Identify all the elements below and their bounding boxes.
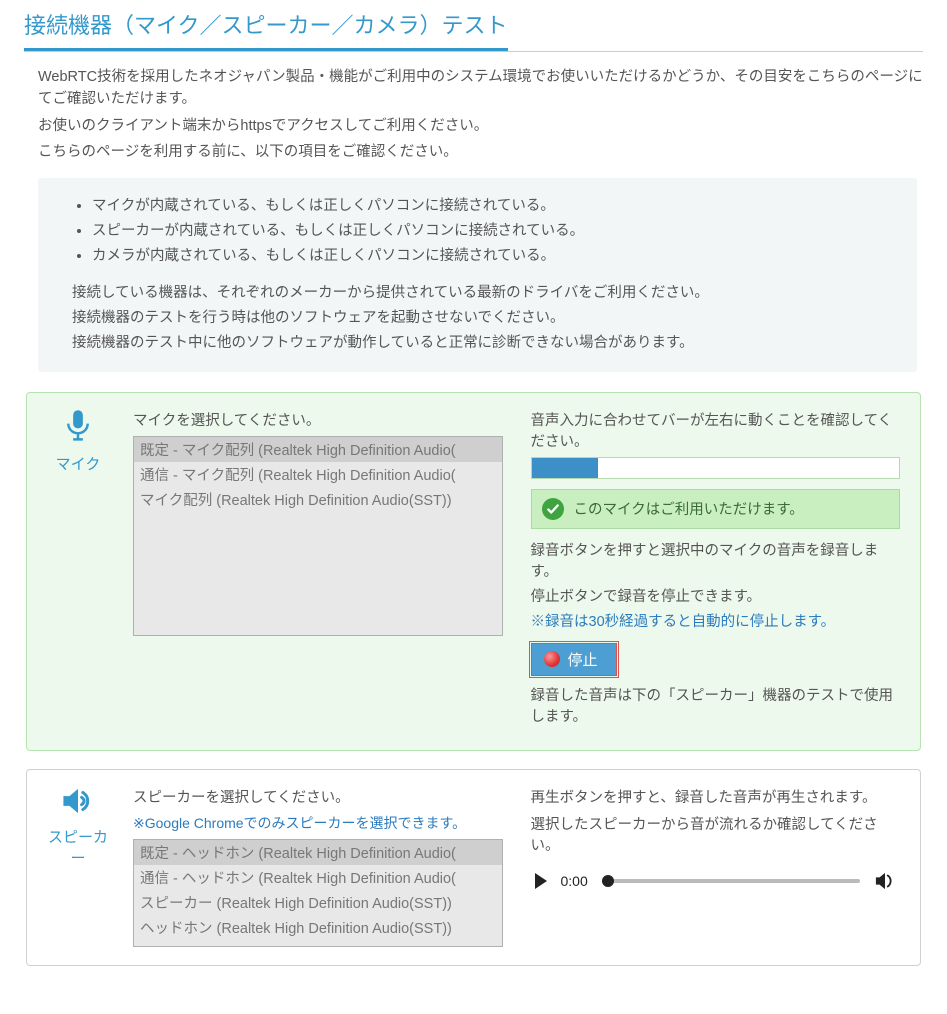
- prereq-line: 接続機器のテストを行う時は他のソフトウェアを起動させないでください。: [72, 306, 883, 327]
- mic-level-fill: [532, 458, 598, 478]
- speaker-test-panel: スピーカー スピーカーを選択してください。 ※Google Chromeでのみス…: [26, 769, 921, 966]
- mic-label-text: マイク: [47, 453, 109, 474]
- prereq-line: 接続している機器は、それぞれのメーカーから提供されている最新のドライバをご利用く…: [72, 281, 883, 302]
- intro-line-2: お使いのクライアント端末からhttpsでアクセスしてご利用ください。: [38, 115, 923, 137]
- speaker-select-list[interactable]: 既定 - ヘッドホン (Realtek High Definition Audi…: [133, 839, 503, 947]
- play-icon[interactable]: [535, 873, 547, 889]
- mic-select-label: マイクを選択してください。: [133, 409, 503, 430]
- stop-record-button[interactable]: 停止: [531, 643, 617, 676]
- prereq-bullet: カメラが内蔵されている、もしくは正しくパソコンに接続されている。: [92, 244, 883, 265]
- stop-button-label: 停止: [568, 649, 598, 670]
- speaker-select-label: スピーカーを選択してください。: [133, 786, 503, 807]
- audio-player[interactable]: 0:00: [531, 861, 901, 901]
- speaker-option[interactable]: スピーカー (Realtek High Definition Audio(SST…: [134, 890, 502, 915]
- mic-rec-line-2: 停止ボタンで録音を停止できます。: [531, 585, 901, 606]
- speaker-option[interactable]: ヘッドホン (Realtek High Definition Audio(SST…: [134, 915, 502, 940]
- intro-line-3: こちらのページを利用する前に、以下の項目をご確認ください。: [38, 141, 923, 163]
- mic-level-meter: [531, 457, 901, 479]
- mic-test-panel: マイク マイクを選択してください。 既定 - マイク配列 (Realtek Hi…: [26, 392, 921, 751]
- check-icon: [542, 498, 564, 520]
- mic-rec-line-1: 録音ボタンを押すと選択中のマイクの音声を録音します。: [531, 539, 901, 581]
- mic-option[interactable]: 既定 - マイク配列 (Realtek High Definition Audi…: [134, 437, 502, 462]
- microphone-icon: [47, 409, 109, 447]
- page-title: 接続機器（マイク／スピーカー／カメラ）テスト: [24, 8, 508, 51]
- speaker-label-text: スピーカー: [47, 826, 109, 868]
- prereq-bullet: マイクが内蔵されている、もしくは正しくパソコンに接続されている。: [92, 194, 883, 215]
- speaker-option[interactable]: 既定 - ヘッドホン (Realtek High Definition Audi…: [134, 840, 502, 865]
- mic-after-rec-note: 録音した音声は下の「スピーカー」機器のテストで使用します。: [531, 684, 901, 726]
- speaker-play-line-2: 選択したスピーカーから音が流れるか確認してください。: [531, 813, 901, 855]
- prerequisite-note-box: マイクが内蔵されている、もしくは正しくパソコンに接続されている。 スピーカーが内…: [38, 178, 917, 372]
- mic-level-label: 音声入力に合わせてバーが左右に動くことを確認してください。: [531, 409, 901, 451]
- chrome-only-note: ※Google Chromeでのみスピーカーを選択できます。: [133, 813, 503, 833]
- speaker-option[interactable]: 通信 - ヘッドホン (Realtek High Definition Audi…: [134, 865, 502, 890]
- speaker-icon: [47, 786, 109, 820]
- speaker-play-line-1: 再生ボタンを押すと、録音した音声が再生されます。: [531, 786, 901, 807]
- mic-select-list[interactable]: 既定 - マイク配列 (Realtek High Definition Audi…: [133, 436, 503, 636]
- audio-seek-track[interactable]: [602, 879, 860, 883]
- prereq-bullet: スピーカーが内蔵されている、もしくは正しくパソコンに接続されている。: [92, 219, 883, 240]
- mic-option[interactable]: 通信 - マイク配列 (Realtek High Definition Audi…: [134, 462, 502, 487]
- prereq-line: 接続機器のテスト中に他のソフトウェアが動作していると正常に診断できない場合があり…: [72, 331, 883, 352]
- mic-status-text: このマイクはご利用いただけます。: [574, 498, 804, 519]
- mic-status-ok: このマイクはご利用いただけます。: [531, 489, 901, 529]
- mic-side-label: マイク: [47, 409, 109, 732]
- mic-option[interactable]: マイク配列 (Realtek High Definition Audio(SST…: [134, 487, 502, 512]
- volume-icon[interactable]: [874, 871, 896, 891]
- mic-rec-auto-stop-note: ※録音は30秒経過すると自動的に停止します。: [531, 610, 901, 631]
- audio-time-text: 0:00: [561, 873, 588, 889]
- record-dot-icon: [544, 651, 560, 667]
- intro-block: WebRTC技術を採用したネオジャパン製品・機能がご利用中のシステム環境でお使い…: [24, 66, 923, 164]
- intro-line-1: WebRTC技術を採用したネオジャパン製品・機能がご利用中のシステム環境でお使い…: [38, 66, 923, 111]
- speaker-side-label: スピーカー: [47, 786, 109, 947]
